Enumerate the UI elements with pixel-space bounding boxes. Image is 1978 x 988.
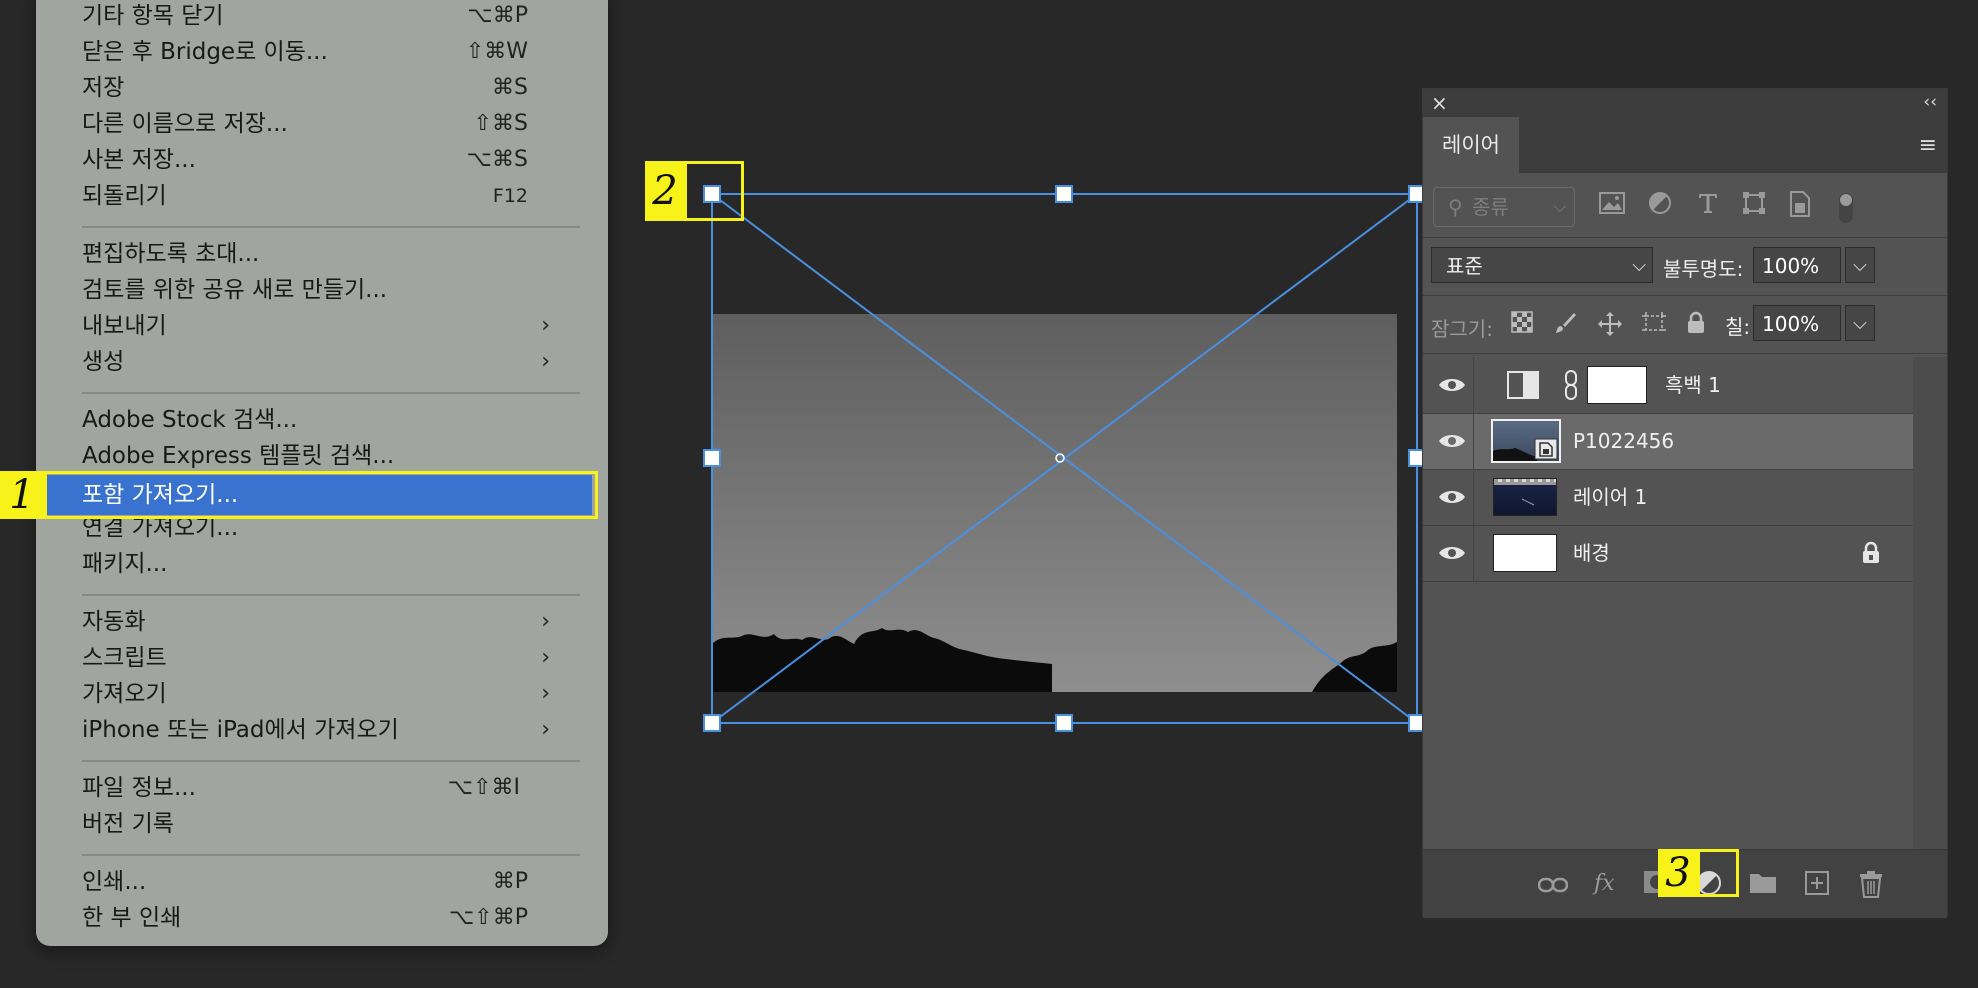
lock-transparent-pixels-icon[interactable]	[1507, 311, 1537, 341]
layer-name: 배경	[1573, 541, 1610, 565]
layer-row-black-white-adjustment[interactable]: 흑백 1	[1423, 357, 1913, 413]
divider	[1423, 353, 1947, 354]
filter-kind-label: 종류	[1472, 195, 1509, 219]
svg-text:fx: fx	[1592, 871, 1615, 896]
search-icon: ⚲	[1448, 195, 1463, 219]
filter-toggle-icon[interactable]	[1831, 191, 1861, 223]
layer-row-background[interactable]: 배경	[1423, 525, 1913, 581]
transform-handle-bottom[interactable]	[1055, 714, 1073, 732]
layer-thumbnail	[1493, 478, 1557, 516]
divider	[1423, 469, 1913, 470]
eye-icon[interactable]	[1437, 483, 1467, 511]
panel-tab-bar: 레이어 ≡	[1423, 117, 1947, 173]
lock-position-icon[interactable]	[1595, 311, 1625, 341]
layer-filter-row: ⚲ 종류 ⌵	[1423, 173, 1947, 237]
link-layers-icon[interactable]	[1537, 870, 1569, 902]
blend-opacity-row: 표준 ⌵ 불투명도: 100% ⌵	[1423, 237, 1947, 295]
layer-name: 흑백 1	[1665, 373, 1721, 397]
callout-box-2	[684, 161, 744, 221]
layer-name: 레이어 1	[1573, 485, 1648, 509]
transform-handle-left[interactable]	[703, 449, 721, 467]
fill-label: 칠:	[1725, 315, 1751, 339]
callout-number-3: 3	[1658, 849, 1698, 897]
eye-icon[interactable]	[1437, 427, 1467, 455]
blend-mode-select[interactable]: 표준 ⌵	[1431, 247, 1653, 283]
divider	[1473, 413, 1474, 469]
lock-artboard-icon[interactable]	[1639, 311, 1669, 341]
chevron-down-icon: ⌵	[1632, 255, 1646, 276]
adjustment-filter-icon[interactable]	[1645, 191, 1675, 221]
divider	[1423, 525, 1913, 526]
trash-icon[interactable]	[1855, 870, 1887, 902]
callout-box-3	[1697, 849, 1739, 897]
chevron-down-icon: ⌵	[1553, 197, 1566, 216]
transform-handle-top[interactable]	[1055, 185, 1073, 203]
opacity-dropdown-button[interactable]: ⌵	[1845, 247, 1875, 283]
layer-kind-filter[interactable]: ⚲ 종류 ⌵	[1433, 187, 1575, 227]
new-layer-icon[interactable]	[1801, 870, 1833, 902]
folder-icon[interactable]	[1747, 870, 1779, 902]
blend-mode-value: 표준	[1446, 254, 1483, 278]
lock-label: 잠그기:	[1431, 317, 1493, 341]
smart-object-filter-icon[interactable]	[1785, 191, 1815, 221]
type-filter-icon[interactable]	[1693, 191, 1723, 221]
fill-input[interactable]: 100%	[1753, 305, 1841, 341]
divider	[1473, 357, 1474, 413]
callout-number-2: 2	[645, 161, 685, 221]
layer-name: P1022456	[1573, 429, 1675, 453]
close-icon[interactable]: ×	[1431, 91, 1448, 115]
divider	[1423, 581, 1913, 582]
layer-mask-thumbnail[interactable]	[1587, 366, 1647, 404]
lock-all-icon[interactable]	[1681, 311, 1711, 341]
lock-image-pixels-icon[interactable]	[1551, 311, 1581, 341]
opacity-input[interactable]: 100%	[1753, 247, 1841, 283]
layer-row-layer-1[interactable]: 레이어 1	[1423, 469, 1913, 525]
fx-icon[interactable]: fx	[1591, 870, 1623, 902]
fill-dropdown-button[interactable]: ⌵	[1845, 305, 1875, 341]
layer-row-smart-object[interactable]: P1022456	[1423, 413, 1913, 469]
transform-handle-bottom-left[interactable]	[703, 714, 721, 732]
divider	[1473, 469, 1474, 525]
lock-icon[interactable]	[1861, 541, 1881, 569]
smart-object-thumbnail	[1491, 419, 1561, 463]
collapse-icon[interactable]: ‹‹	[1923, 91, 1937, 113]
layer-thumbnail	[1493, 534, 1557, 572]
chain-link-icon[interactable]	[1563, 369, 1579, 405]
opacity-label: 불투명도:	[1663, 257, 1744, 281]
panel-title-bar: × ‹‹	[1423, 89, 1947, 117]
tab-layers[interactable]: 레이어	[1423, 117, 1519, 173]
eye-icon[interactable]	[1437, 371, 1467, 399]
divider	[1423, 413, 1913, 414]
lock-fill-row: 잠그기: 칠: 100% ⌵	[1423, 295, 1947, 353]
divider	[1473, 525, 1474, 581]
panel-menu-icon[interactable]: ≡	[1919, 133, 1937, 158]
eye-icon[interactable]	[1437, 539, 1467, 567]
layers-scrollbar[interactable]	[1913, 357, 1947, 853]
image-filter-icon[interactable]	[1597, 191, 1627, 221]
adjustment-layer-icon	[1507, 371, 1539, 403]
layers-panel: × ‹‹ 레이어 ≡ ⚲ 종류 ⌵ 표준 ⌵ 불투명도: 100% ⌵ 잠그기:…	[1422, 88, 1948, 918]
shape-filter-icon[interactable]	[1739, 191, 1769, 221]
